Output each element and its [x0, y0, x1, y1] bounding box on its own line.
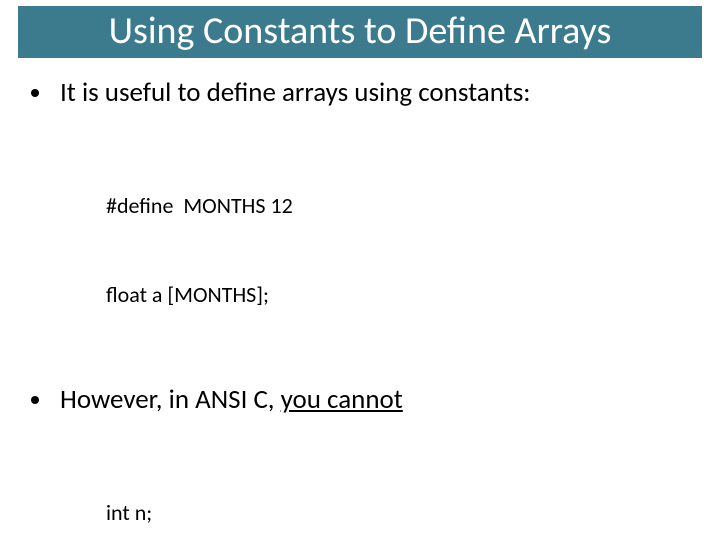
- slide-title: Using Constants to Define Arrays: [18, 6, 702, 58]
- slide-body: It is useful to define arrays using cons…: [0, 58, 720, 540]
- bullet-2-text-pre: However, in ANSI C,: [60, 383, 281, 416]
- code-block-2: int n; scanf(“%d”, &n); float a[n];: [106, 439, 688, 540]
- bullet-list: It is useful to define arrays using cons…: [32, 76, 688, 110]
- bullet-1: It is useful to define arrays using cons…: [54, 76, 688, 110]
- code-line: float a [MONTHS];: [106, 280, 688, 310]
- code-line: int n;: [106, 498, 688, 528]
- code-block-1: #define MONTHS 12 float a [MONTHS];: [106, 131, 688, 369]
- bullet-1-text: It is useful to define arrays using cons…: [60, 76, 531, 109]
- bullet-2: However, in ANSI C, you cannot: [54, 383, 688, 417]
- slide: Using Constants to Define Arrays It is u…: [0, 6, 720, 540]
- bullet-list: However, in ANSI C, you cannot: [32, 383, 688, 417]
- bullet-2-text-em: you cannot: [281, 383, 403, 416]
- code-line: #define MONTHS 12: [106, 191, 688, 221]
